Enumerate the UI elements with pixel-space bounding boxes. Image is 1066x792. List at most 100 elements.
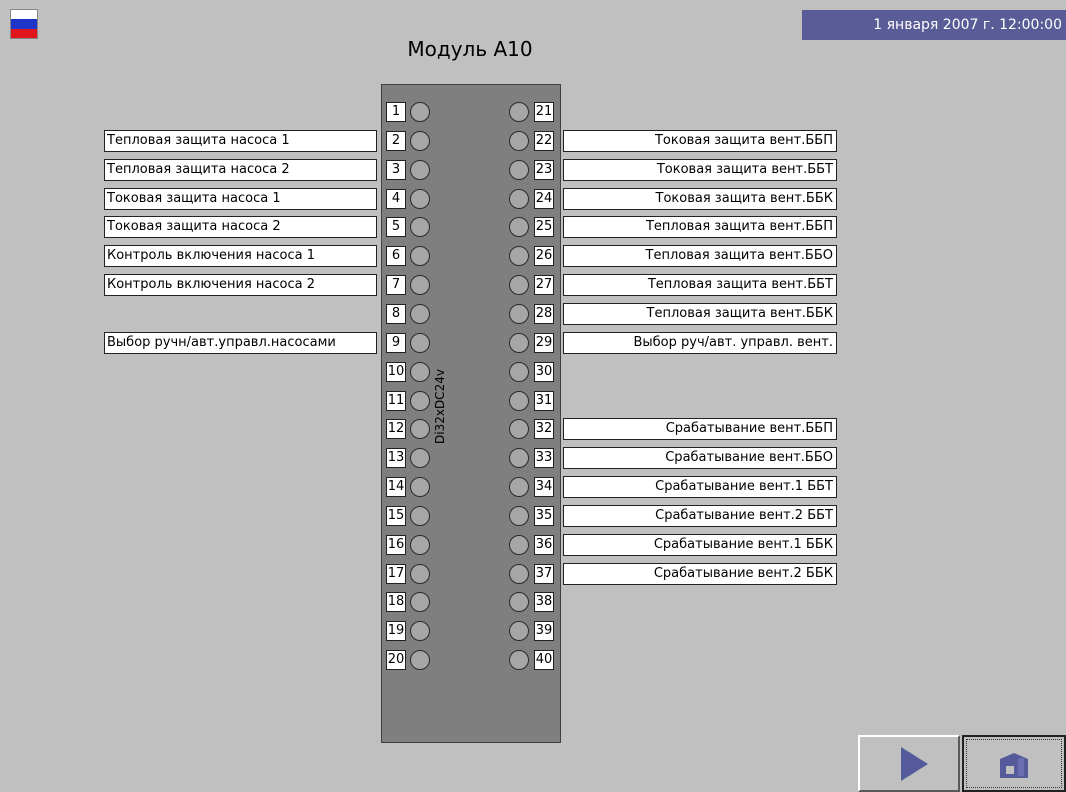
status-led <box>509 592 529 612</box>
datetime-display: 1 января 2007 г. 12:00:00 <box>802 10 1066 40</box>
status-led <box>509 477 529 497</box>
pin-number: 14 <box>386 477 406 497</box>
home-button[interactable] <box>962 735 1066 792</box>
status-led <box>410 102 430 122</box>
pin-number: 32 <box>534 419 554 439</box>
status-led <box>410 362 430 382</box>
pin-number: 8 <box>386 304 406 324</box>
status-led <box>410 217 430 237</box>
status-led <box>410 304 430 324</box>
pin-number: 18 <box>386 592 406 612</box>
pin-number: 23 <box>534 160 554 180</box>
signal-label-left: Контроль включения насоса 2 <box>104 274 377 296</box>
signal-label-left: Выбор ручн/авт.управл.насосами <box>104 332 377 354</box>
signal-label-right: Выбор руч/авт. управл. вент. <box>563 332 837 354</box>
signal-label-left: Контроль включения насоса 1 <box>104 245 377 267</box>
signal-label-left: Токовая защита насоса 1 <box>104 188 377 210</box>
pin-number: 38 <box>534 592 554 612</box>
signal-label-right: Тепловая защита вент.ББО <box>563 245 837 267</box>
signal-label-left: Тепловая защита насоса 2 <box>104 159 377 181</box>
status-led <box>509 304 529 324</box>
pin-number: 30 <box>534 362 554 382</box>
signal-label-right: Тепловая защита вент.ББП <box>563 216 837 238</box>
pin-number: 31 <box>534 391 554 411</box>
signal-label-right: Токовая защита вент.ББП <box>563 130 837 152</box>
pin-number: 20 <box>386 650 406 670</box>
signal-label-left: Тепловая защита насоса 1 <box>104 130 377 152</box>
status-led <box>410 477 430 497</box>
status-led <box>509 217 529 237</box>
status-led <box>509 102 529 122</box>
status-led <box>410 564 430 584</box>
signal-label-right: Срабатывание вент.ББП <box>563 418 837 440</box>
status-led <box>410 650 430 670</box>
status-led <box>509 362 529 382</box>
pin-number: 36 <box>534 535 554 555</box>
pin-number: 33 <box>534 448 554 468</box>
russian-flag-icon[interactable] <box>10 9 38 39</box>
status-led <box>509 333 529 353</box>
status-led <box>410 621 430 641</box>
status-led <box>509 131 529 151</box>
pin-number: 4 <box>386 189 406 209</box>
signal-label-right: Срабатывание вент.2 ББК <box>563 563 837 585</box>
status-led <box>410 448 430 468</box>
signal-label-right: Токовая защита вент.ББТ <box>563 159 837 181</box>
pin-number: 22 <box>534 131 554 151</box>
pin-number: 26 <box>534 246 554 266</box>
status-led <box>509 650 529 670</box>
status-led <box>509 189 529 209</box>
pin-number: 40 <box>534 650 554 670</box>
pin-number: 29 <box>534 333 554 353</box>
status-led <box>410 246 430 266</box>
signal-label-right: Срабатывание вент.1 ББК <box>563 534 837 556</box>
module-body <box>381 84 561 743</box>
next-page-button[interactable] <box>858 735 960 792</box>
pin-number: 27 <box>534 275 554 295</box>
pin-number: 28 <box>534 304 554 324</box>
status-led <box>509 621 529 641</box>
pin-number: 1 <box>386 102 406 122</box>
pin-number: 35 <box>534 506 554 526</box>
status-led <box>509 419 529 439</box>
status-led <box>410 592 430 612</box>
signal-label-right: Срабатывание вент.1 ББТ <box>563 476 837 498</box>
pin-number: 34 <box>534 477 554 497</box>
pin-number: 5 <box>386 217 406 237</box>
status-led <box>410 391 430 411</box>
signal-label-right: Срабатывание вент.2 ББТ <box>563 505 837 527</box>
status-led <box>410 131 430 151</box>
signal-label-right: Срабатывание вент.ББО <box>563 447 837 469</box>
status-led <box>509 448 529 468</box>
status-led <box>410 535 430 555</box>
pin-number: 3 <box>386 160 406 180</box>
status-led <box>410 189 430 209</box>
play-arrow-icon <box>901 747 928 781</box>
pin-number: 17 <box>386 564 406 584</box>
pin-number: 37 <box>534 564 554 584</box>
signal-label-right: Токовая защита вент.ББК <box>563 188 837 210</box>
signal-label-right: Тепловая защита вент.ББТ <box>563 274 837 296</box>
status-led <box>410 160 430 180</box>
signal-label-left: Токовая защита насоса 2 <box>104 216 377 238</box>
pin-number: 21 <box>534 102 554 122</box>
status-led <box>509 391 529 411</box>
pin-number: 12 <box>386 419 406 439</box>
pin-number: 13 <box>386 448 406 468</box>
pin-number: 7 <box>386 275 406 295</box>
status-led <box>509 535 529 555</box>
pin-number: 25 <box>534 217 554 237</box>
pin-number: 9 <box>386 333 406 353</box>
pin-number: 10 <box>386 362 406 382</box>
pin-number: 39 <box>534 621 554 641</box>
page-title: Модуль A10 <box>407 37 533 61</box>
status-led <box>509 246 529 266</box>
status-led <box>410 275 430 295</box>
pin-number: 16 <box>386 535 406 555</box>
status-led <box>509 275 529 295</box>
status-led <box>410 506 430 526</box>
pin-number: 15 <box>386 506 406 526</box>
module-label: Di32xDC24v <box>433 369 447 444</box>
signal-label-right: Тепловая защита вент.ББК <box>563 303 837 325</box>
pin-number: 24 <box>534 189 554 209</box>
